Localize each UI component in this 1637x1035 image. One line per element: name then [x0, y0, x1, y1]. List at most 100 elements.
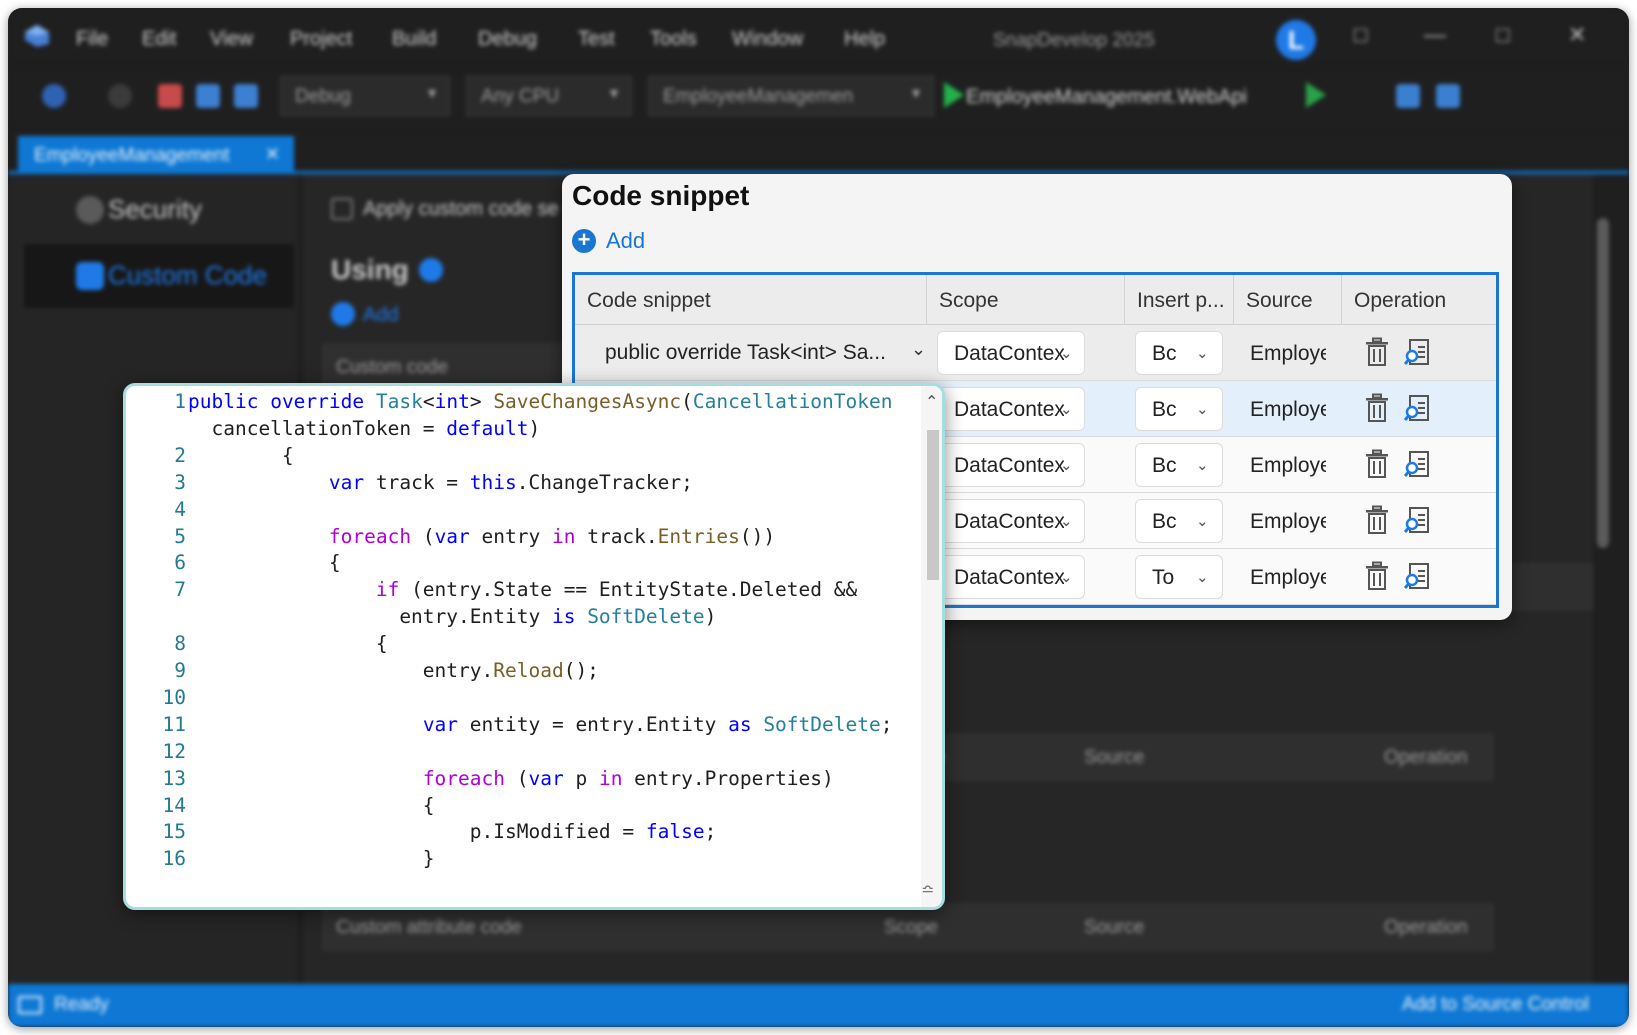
insert-position-dropdown[interactable]: Bc ⌄ [1135, 331, 1223, 375]
minimize-icon[interactable]: — [1424, 22, 1446, 48]
scope-dropdown[interactable]: DataContext ⌄ [937, 499, 1085, 543]
content-scrollbar[interactable] [1593, 178, 1613, 968]
view-details-icon[interactable] [1404, 449, 1430, 479]
editor-scrollbar[interactable]: ⌃ ≏ [921, 386, 942, 907]
column-scope[interactable]: Scope [927, 275, 1125, 325]
menu-window[interactable]: Window [732, 28, 803, 51]
tab-employee-management[interactable]: EmployeeManagement ✕ [18, 136, 294, 174]
code-token: Task [375, 390, 423, 413]
save-icon[interactable] [196, 84, 220, 108]
view-details-icon[interactable] [1404, 337, 1430, 367]
scope-dropdown[interactable]: DataContext ⌄ [937, 331, 1085, 375]
column-code-snippet[interactable]: Code snippet [575, 275, 927, 325]
publish-icon[interactable] [1436, 84, 1460, 108]
line-number: 13 [162, 766, 186, 790]
view-details-icon[interactable] [1404, 561, 1430, 591]
delete-icon[interactable] [1364, 393, 1390, 423]
scope-dropdown[interactable]: DataContext ⌄ [937, 387, 1085, 431]
run-target[interactable]: EmployeeManagement.WebApi [966, 86, 1247, 109]
chevron-down-icon[interactable]: ⌄ [911, 339, 926, 360]
add-using-icon[interactable] [331, 302, 355, 326]
configuration-value: Debug [295, 86, 351, 107]
apply-custom-code-checkbox[interactable] [331, 198, 353, 220]
restore-layout-icon[interactable]: □ [1354, 22, 1367, 48]
add-using-label[interactable]: Add [363, 304, 399, 327]
menu-tools[interactable]: Tools [650, 28, 697, 51]
code-file-icon [76, 262, 104, 290]
save-all-icon[interactable] [234, 84, 258, 108]
code-text: foreach (var entry in track.Entries()) [188, 525, 775, 548]
column-insert-position[interactable]: Insert p... [1125, 275, 1234, 325]
new-item-icon[interactable] [158, 84, 182, 108]
scrollbar-thumb[interactable] [1597, 218, 1609, 548]
code-area[interactable]: 1 public override Task<int> SaveChangesAs… [126, 386, 916, 907]
insert-position-dropdown[interactable]: To ⌄ [1135, 555, 1223, 599]
globe-icon [76, 196, 104, 224]
delete-icon[interactable] [1364, 449, 1390, 479]
menu-project[interactable]: Project [290, 28, 352, 51]
configuration-select[interactable]: Debug ▼ [280, 76, 450, 116]
code-token: (entry.State == EntityState.Deleted && [399, 578, 858, 602]
avatar[interactable]: L [1276, 20, 1316, 60]
close-icon[interactable]: ✕ [1568, 22, 1586, 48]
code-token: { [188, 443, 294, 467]
column-operation[interactable]: Operation [1342, 275, 1496, 325]
run-without-debug-icon[interactable] [1306, 82, 1326, 108]
scope-cell: DataContext ⌄ [927, 493, 1125, 548]
add-to-source-control[interactable]: Add to Source Control [1402, 994, 1589, 1016]
delete-icon[interactable] [1364, 561, 1390, 591]
chevron-down-icon: ▼ [425, 85, 439, 101]
table-row[interactable]: public override Task<int> Sa... ⌄ DataCont… [575, 325, 1496, 381]
sidebar-item-security[interactable]: Security [24, 178, 294, 242]
snippet-cell[interactable]: public override Task<int> Sa... ⌄ [575, 325, 927, 380]
output-icon[interactable] [18, 996, 42, 1014]
insert-position-dropdown[interactable]: Bc ⌄ [1135, 387, 1223, 431]
code-token: .ChangeTracker; [516, 470, 693, 494]
scope-column: Scope [884, 917, 938, 938]
code-token: entry [469, 524, 552, 548]
menu-edit[interactable]: Edit [142, 28, 176, 51]
source-cell: Employee [1234, 493, 1342, 548]
back-icon[interactable] [42, 84, 66, 108]
menu-debug[interactable]: Debug [478, 28, 537, 51]
code-token: p [563, 766, 599, 790]
insert-position-cell: To ⌄ [1125, 549, 1234, 604]
insert-position-dropdown[interactable]: Bc ⌄ [1135, 499, 1223, 543]
source-value: Employee [1250, 510, 1326, 533]
forward-icon[interactable] [108, 84, 132, 108]
editor-scrollbar-thumb[interactable] [927, 430, 939, 580]
source-value: Employee [1250, 342, 1326, 365]
scope-cell: DataContext ⌄ [927, 325, 1125, 380]
run-icon[interactable] [944, 82, 964, 108]
view-details-icon[interactable] [1404, 505, 1430, 535]
add-snippet-button[interactable]: + Add [572, 226, 645, 256]
help-icon[interactable] [419, 258, 443, 282]
menu-view[interactable]: View [210, 28, 253, 51]
menu-help[interactable]: Help [844, 28, 885, 51]
project-select[interactable]: EmployeeManagemen ▼ [648, 76, 934, 116]
scope-dropdown[interactable]: DataContext ⌄ [937, 555, 1085, 599]
code-editor-popup[interactable]: 1 public override Task<int> SaveChangesAs… [123, 383, 945, 910]
resize-grip-icon[interactable]: ≏ [921, 880, 934, 900]
insert-position-dropdown[interactable]: Bc ⌄ [1135, 443, 1223, 487]
platform-select[interactable]: Any CPU ▼ [466, 76, 632, 116]
delete-icon[interactable] [1364, 505, 1390, 535]
line-number: 8 [174, 632, 186, 656]
menu-build[interactable]: Build [392, 28, 436, 51]
maximize-icon[interactable]: □ [1496, 22, 1509, 48]
scope-dropdown[interactable]: DataContext ⌄ [937, 443, 1085, 487]
delete-icon[interactable] [1364, 337, 1390, 367]
view-details-icon[interactable] [1404, 393, 1430, 423]
code-token: var [528, 766, 564, 790]
close-tab-icon[interactable]: ✕ [265, 144, 280, 165]
build-icon[interactable] [1396, 84, 1420, 108]
chevron-down-icon: ⌄ [1196, 569, 1209, 586]
menu-file[interactable]: File [76, 28, 108, 51]
line-number: 10 [162, 685, 186, 709]
menu-bar: File Edit View Project Build Debug Test … [8, 8, 1629, 64]
menu-test[interactable]: Test [578, 28, 615, 51]
chevron-up-icon[interactable]: ⌃ [925, 392, 938, 412]
sidebar-item-custom-code[interactable]: Custom Code [24, 244, 294, 308]
column-source[interactable]: Source [1234, 275, 1342, 325]
